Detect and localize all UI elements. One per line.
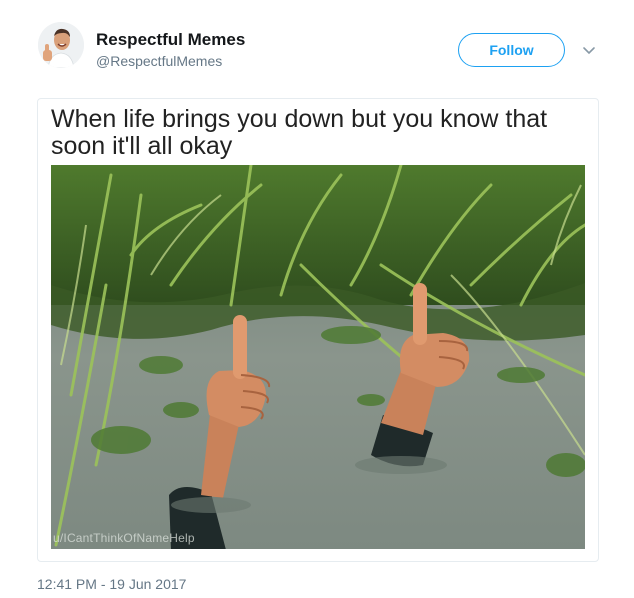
chevron-down-icon[interactable] bbox=[582, 43, 596, 55]
meme-photo[interactable]: u/ICantThinkOfNameHelp bbox=[51, 165, 585, 549]
media-card[interactable]: When life brings you down but you know t… bbox=[37, 98, 599, 562]
tweet-timestamp[interactable]: 12:41 PM - 19 Jun 2017 bbox=[37, 576, 186, 592]
follow-button[interactable]: Follow bbox=[458, 33, 565, 67]
user-handle[interactable]: @RespectfulMemes bbox=[96, 53, 222, 69]
display-name[interactable]: Respectful Memes bbox=[96, 30, 245, 50]
avatar[interactable] bbox=[38, 22, 84, 68]
watermark-text: u/ICantThinkOfNameHelp bbox=[53, 531, 195, 545]
meme-caption: When life brings you down but you know t… bbox=[51, 105, 548, 160]
